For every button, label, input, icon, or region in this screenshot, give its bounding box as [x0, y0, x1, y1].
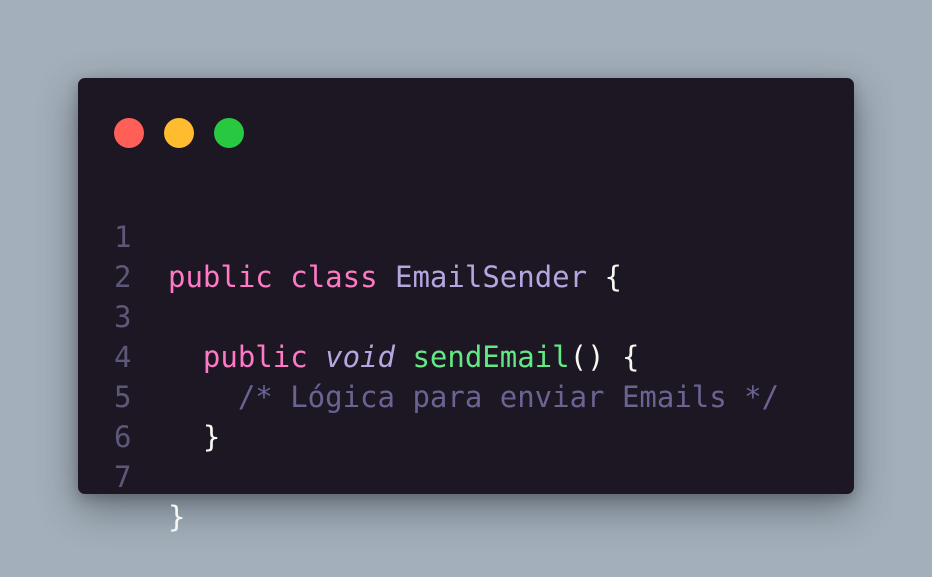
line-number: 7: [114, 460, 132, 494]
code-line: 3 public void sendEmail() {: [78, 257, 639, 374]
class-name-token: EmailSender: [395, 260, 588, 294]
punctuation-token: {: [587, 260, 622, 294]
punctuation-token: }: [168, 500, 186, 534]
window-controls: [114, 118, 244, 148]
minimize-button[interactable]: [164, 118, 194, 148]
code-line: 1 public class EmailSender {: [78, 177, 622, 294]
line-content: public void sendEmail() {: [168, 337, 640, 377]
code-editor[interactable]: 1 public class EmailSender { 2 3 public …: [78, 177, 779, 534]
comment-token: /* Lógica para enviar Emails */: [237, 380, 780, 414]
keyword-token: public: [168, 260, 273, 294]
line-content: /* Lógica para enviar Emails */: [168, 377, 779, 417]
code-line: 6: [78, 377, 183, 454]
code-line: 2: [78, 217, 183, 294]
code-line: 7 }: [78, 417, 185, 534]
close-button[interactable]: [114, 118, 144, 148]
maximize-button[interactable]: [214, 118, 244, 148]
line-content: public class EmailSender {: [168, 257, 622, 297]
line-content: }: [168, 497, 185, 537]
code-line: 5 }: [78, 337, 220, 454]
code-line: 4 /* Lógica para enviar Emails */: [78, 297, 779, 414]
code-window: 1 public class EmailSender { 2 3 public …: [78, 78, 854, 534]
punctuation-token: () {: [569, 340, 640, 374]
keyword-token: public: [202, 340, 308, 374]
function-name-token: sendEmail: [412, 340, 570, 374]
keyword-token: class: [290, 260, 378, 294]
type-token: void: [325, 340, 395, 374]
